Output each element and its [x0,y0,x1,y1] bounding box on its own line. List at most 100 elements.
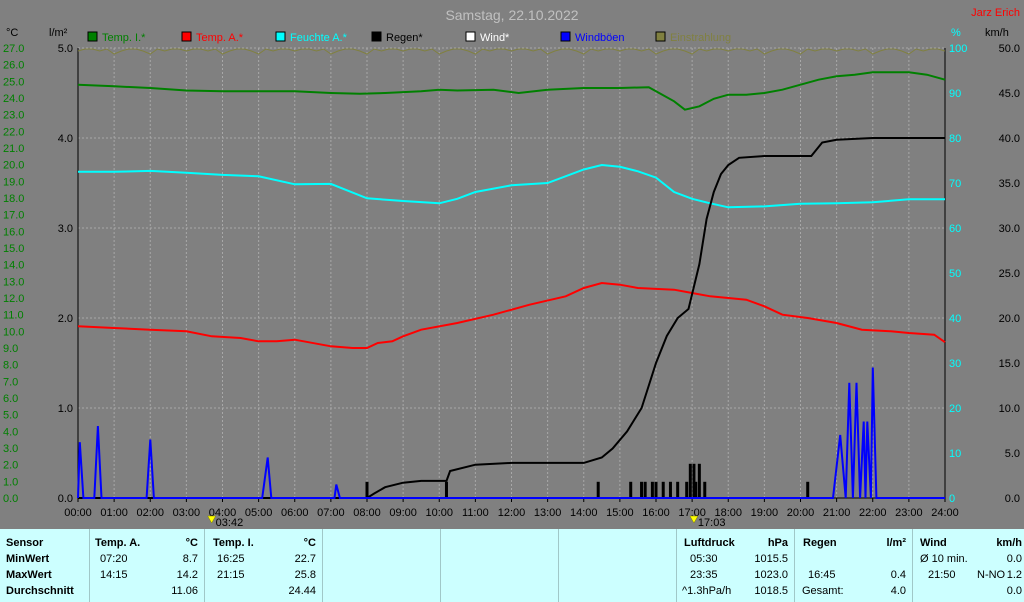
temp-axis-tick-label: 1.0 [3,476,18,488]
temp-outside-avg: 11.06 [171,585,198,597]
legend-swatch [275,31,286,42]
unit-wind-label: km/h [985,27,1009,39]
temp-axis-tick-label: 17.0 [3,210,24,222]
unit-temp-label: °C [6,27,18,39]
x-tick-label: 19:00 [751,507,779,519]
rain-total: 4.0 [890,585,906,597]
rain-bar [365,481,369,498]
pressure-min-time: 05:30 [690,553,718,565]
credit-label: Jarz Erich [971,7,1020,19]
rain-column: Regen l/m² 16:45 0.4 Gesamt: 4.0 [795,529,913,602]
x-tick-label: 14:00 [570,507,598,519]
temp-axis-tick-label: 13.0 [3,276,24,288]
temp-axis-tick-label: 24.0 [3,93,24,105]
temp-axis-tick-label: 6.0 [3,393,18,405]
humidity-axis-tick-label: 50 [949,268,961,280]
wind-axis-tick-label: 35.0 [999,178,1020,190]
temp-inside-column: Temp. I. °C 16:25 22.7 21:15 25.8 24.44 [205,529,323,602]
sun-marker-label: 17:03 [698,517,726,528]
temp-outside-column: Temp. A. °C 07:20 8.7 14:15 14.2 11.06 [90,529,205,602]
temp-axis-tick-label: 12.0 [3,293,24,305]
x-tick-label: 09:00 [389,507,417,519]
temp-inside-unit: °C [303,537,316,549]
chart-title: Samstag, 22.10.2022 [445,7,578,23]
legend-label: Einstrahlung [670,32,731,44]
rain-axis-tick-label: 2.0 [58,313,73,325]
row-label-sensor: Sensor [6,537,44,549]
temp-inside-min: 22.7 [294,553,316,565]
rain-axis-tick-label: 3.0 [58,223,73,235]
temp-axis-tick-label: 2.0 [3,460,18,472]
temp-axis-tick-label: 18.0 [3,193,24,205]
legend-label: Regen* [386,32,423,44]
pressure-min: 1015.5 [754,553,788,565]
x-tick-label: 00:00 [64,507,92,519]
humidity-axis-tick-label: 80 [949,133,961,145]
legend-label: Windböen [575,32,625,44]
temp-outside-min: 8.7 [182,553,198,565]
temp-axis-tick-label: 7.0 [3,376,18,388]
temp-axis-tick-label: 20.0 [3,160,24,172]
pressure-column: Luftdruck hPa 05:30 1015.5 23:35 1023.0 … [677,529,795,602]
wind-axis-tick-label: 20.0 [999,313,1020,325]
x-tick-label: 07:00 [317,507,345,519]
temp-outside-min-time: 07:20 [100,553,128,565]
wind-axis-tick-label: 30.0 [999,223,1020,235]
wind-avg-day: 0.0 [1006,585,1022,597]
rain-bar [629,481,633,498]
wind-column: Wind km/h Ø 10 min. 0.0 21:50 N-NO 1.2 0… [913,529,1024,602]
humidity-axis-tick-label: 90 [949,88,961,100]
sun-marker-label: 03:42 [216,517,244,528]
wind-max-time: 21:50 [928,569,956,581]
pressure-trend: ^1.3hPa/h [682,585,732,597]
wind-axis-tick-label: 15.0 [999,358,1020,370]
temp-axis-tick-label: 25.0 [3,76,24,88]
wind-axis-tick-label: 5.0 [1005,448,1020,460]
rain-axis-tick-label: 1.0 [58,403,73,415]
x-tick-label: 21:00 [823,507,851,519]
rain-bar [688,463,692,498]
pressure-head: Luftdruck [684,537,735,549]
pressure-unit: hPa [767,537,788,549]
x-tick-label: 03:00 [173,507,201,519]
rain-max: 0.4 [890,569,906,581]
temp-outside-head: Temp. A. [95,537,141,549]
empty-column-3 [559,529,677,602]
temp-axis-tick-label: 19.0 [3,176,24,188]
rain-bar [640,481,644,498]
rain-bar [596,481,600,498]
legend-swatch [181,31,192,42]
temp-axis-tick-label: 9.0 [3,343,18,355]
rain-bar [668,481,672,498]
temp-axis-tick-label: 11.0 [3,310,24,322]
legend-label: Temp. I.* [102,32,146,44]
rain-bar [444,481,448,498]
wind-axis-tick-label: 10.0 [999,403,1020,415]
humidity-axis-tick-label: 70 [949,178,961,190]
rain-bar [643,481,647,498]
humidity-axis-tick-label: 30 [949,358,961,370]
empty-column-2 [441,529,559,602]
pressure-max-time: 23:35 [690,569,718,581]
legend-swatch [371,31,382,42]
rain-bar [694,481,698,498]
wind-axis-tick-label: 50.0 [999,43,1020,55]
pressure-max: 1023.0 [754,569,788,581]
temp-outside-max: 14.2 [176,569,198,581]
temp-inside-max: 25.8 [294,569,316,581]
rain-bar [806,481,810,498]
rain-bar [703,481,707,498]
temp-axis-tick-label: 16.0 [3,226,24,238]
rain-bar [676,481,680,498]
temp-inside-max-time: 21:15 [217,569,245,581]
x-tick-label: 16:00 [642,507,670,519]
rain-bar [697,463,701,498]
legend-label: Feuchte A.* [290,32,348,44]
x-tick-label: 13:00 [534,507,562,519]
temp-inside-avg: 24.44 [288,585,316,597]
humidity-axis-tick-label: 10 [949,448,961,460]
legend-swatch [465,31,476,42]
wind-axis-tick-label: 45.0 [999,88,1020,100]
wind-max-direction: N-NO [977,569,1006,581]
row-label-max: MaxWert [6,569,52,581]
